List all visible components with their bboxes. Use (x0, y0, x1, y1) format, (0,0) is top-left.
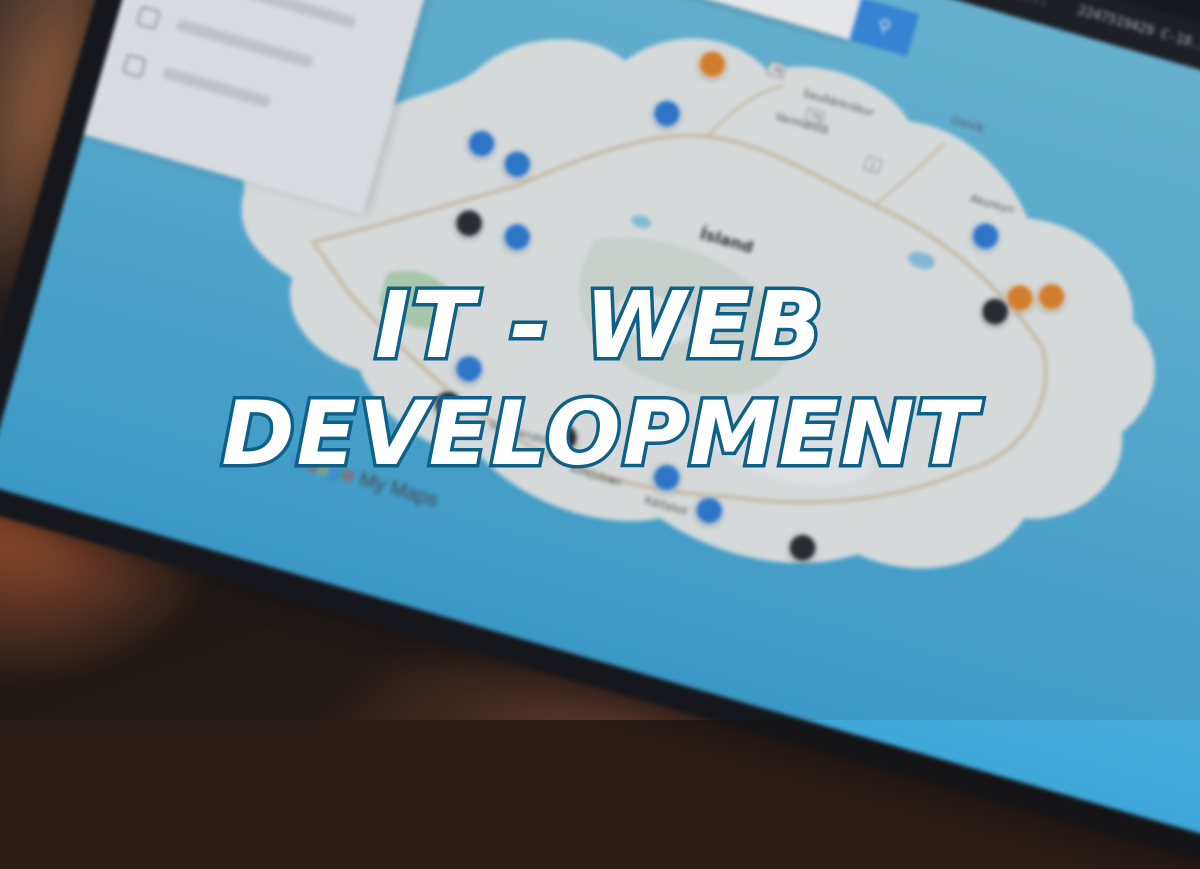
headline-line-1: IT - WEB (372, 269, 827, 383)
headline-line-2: DEVELOPMENT (218, 379, 980, 489)
headline-overlay: IT - WEB DEVELOPMENT (0, 269, 1200, 489)
